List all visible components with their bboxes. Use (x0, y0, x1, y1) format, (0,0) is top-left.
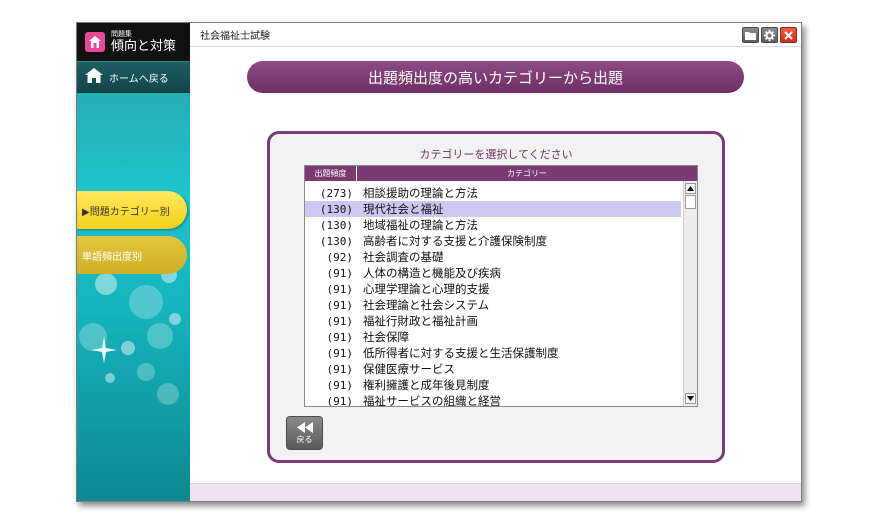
list-item[interactable]: (91) 保健医療サービス (305, 361, 681, 377)
column-header-frequency[interactable]: 出題頻度 (305, 166, 357, 181)
arrow-up-icon (687, 186, 694, 191)
settings-button[interactable] (761, 27, 778, 43)
bokeh-decoration (147, 323, 173, 349)
close-button[interactable] (780, 27, 797, 43)
gear-icon (764, 29, 775, 41)
scroll-down-button[interactable] (685, 393, 696, 404)
footer-strip (190, 483, 801, 501)
title-bar: 社会福祉士試験 (190, 23, 801, 47)
tab-category[interactable]: ▶問題カテゴリー別 (77, 191, 187, 229)
list-item[interactable]: (130) 現代社会と福祉 (305, 201, 681, 217)
list-item[interactable]: (130) 高齢者に対する支援と介護保険制度 (305, 233, 681, 249)
bokeh-decoration (137, 363, 155, 381)
folder-button[interactable] (742, 27, 759, 43)
category-panel: カテゴリーを選択してください 出題頻度 カテゴリー (273) 相談援助の理論と方… (267, 131, 725, 463)
list-item-frequency: (130) (319, 234, 353, 248)
list-item-frequency: (130) (319, 202, 353, 216)
list-item-frequency: (91) (326, 314, 354, 328)
sidebar: 問題集 傾向と対策 ホームへ戻る ▶問題カテゴリー別 単語頻出度別 (77, 23, 190, 501)
list-item[interactable]: (91) 低所得者に対する支援と生活保護制度 (305, 345, 681, 361)
list-item-category: 社会理論と社会システム (363, 298, 490, 312)
page-title: 出題頻出度の高いカテゴリーから出題 (247, 61, 744, 93)
list-item[interactable]: (91) 福祉サービスの組織と経営 (305, 393, 681, 406)
folder-icon (745, 31, 756, 40)
main-content: 出題頻出度の高いカテゴリーから出題 カテゴリーを選択してください 出題頻度 カテ… (190, 47, 801, 501)
brand-subtitle: 問題集 (111, 30, 132, 38)
panel-title: カテゴリーを選択してください (419, 148, 573, 161)
rewind-icon (296, 421, 313, 433)
list-item-frequency: (130) (319, 218, 353, 232)
bokeh-decoration (95, 273, 117, 295)
list-item[interactable]: (91) 権利擁護と成年後見制度 (305, 377, 681, 393)
list-item-category: 心理学理論と心理的支援 (363, 282, 490, 296)
list-item-category: 福祉サービスの組織と経営 (363, 394, 501, 406)
list-item-category: 低所得者に対する支援と生活保護制度 (363, 346, 559, 360)
list-item[interactable]: (92) 社会調査の基礎 (305, 249, 681, 265)
list-item-frequency: (91) (326, 282, 354, 296)
list-item-frequency: (91) (326, 330, 354, 344)
sparkle-decoration (91, 337, 117, 363)
bokeh-decoration (121, 341, 135, 355)
window-title: 社会福祉士試験 (200, 31, 270, 42)
brand-logo: 問題集 傾向と対策 (77, 23, 190, 61)
list-item-frequency: (91) (326, 346, 354, 360)
column-header-category[interactable]: カテゴリー (357, 166, 697, 181)
tab-category-label: ▶問題カテゴリー別 (82, 206, 170, 218)
list-item-frequency: (91) (326, 298, 354, 312)
list-item[interactable]: (91) 社会保障 (305, 329, 681, 345)
list-item-category: 福祉行財政と福祉計画 (363, 314, 478, 328)
list-item-category: 人体の構造と機能及び疾病 (363, 266, 501, 280)
home-icon (85, 68, 103, 86)
list-item[interactable]: (91) 社会理論と社会システム (305, 297, 681, 313)
list-item[interactable]: (91) 心理学理論と心理的支援 (305, 281, 681, 297)
list-item-frequency: (92) (326, 250, 354, 264)
category-list[interactable]: 出題頻度 カテゴリー (273) 相談援助の理論と方法 (130) 現代社会と福祉 (1… (304, 165, 698, 407)
tab-word-frequency-label: 単語頻出度別 (82, 251, 142, 263)
list-item[interactable]: (273) 相談援助の理論と方法 (305, 185, 681, 201)
list-item-category: 地域福祉の理論と方法 (363, 218, 478, 232)
list-item-category: 保健医療サービス (363, 362, 455, 376)
list-item-frequency: (273) (319, 186, 353, 200)
list-item-category: 高齢者に対する支援と介護保険制度 (363, 234, 547, 248)
list-item-frequency: (91) (326, 378, 354, 392)
home-button-label: ホームへ戻る (109, 73, 169, 85)
bokeh-decoration (157, 383, 179, 405)
list-item-frequency: (91) (326, 266, 354, 280)
list-item-category: 権利擁護と成年後見制度 (363, 378, 490, 392)
list-item-frequency: (91) (326, 394, 354, 407)
list-body: (273) 相談援助の理論と方法 (130) 現代社会と福祉 (130) 地域福祉の理論と… (305, 181, 681, 406)
app-window: 問題集 傾向と対策 ホームへ戻る ▶問題カテゴリー別 単語頻出度別 社会福祉士試… (76, 22, 802, 502)
home-button[interactable]: ホームへ戻る (77, 61, 190, 93)
scroll-thumb[interactable] (685, 195, 696, 209)
bokeh-decoration (105, 373, 115, 383)
list-item[interactable]: (130) 地域福祉の理論と方法 (305, 217, 681, 233)
house-icon (85, 32, 105, 52)
list-item-category: 社会保障 (363, 330, 409, 344)
arrow-down-icon (687, 396, 694, 401)
list-header: 出題頻度 カテゴリー (305, 166, 697, 181)
brand-title: 傾向と対策 (111, 39, 177, 54)
list-item-frequency: (91) (326, 362, 354, 376)
list-item[interactable]: (91) 福祉行財政と福祉計画 (305, 313, 681, 329)
back-button[interactable]: 戻る (286, 416, 323, 450)
bokeh-decoration (169, 313, 181, 325)
list-item-category: 相談援助の理論と方法 (363, 186, 478, 200)
tab-word-frequency[interactable]: 単語頻出度別 (77, 236, 187, 274)
list-item-category: 社会調査の基礎 (363, 250, 444, 264)
back-button-label: 戻る (296, 434, 313, 444)
list-scrollbar[interactable] (683, 181, 697, 406)
list-item[interactable]: (91) 人体の構造と機能及び疾病 (305, 265, 681, 281)
list-item-category: 現代社会と福祉 (363, 202, 444, 216)
scroll-up-button[interactable] (685, 183, 696, 194)
close-icon (784, 30, 793, 40)
bokeh-decoration (129, 285, 163, 319)
